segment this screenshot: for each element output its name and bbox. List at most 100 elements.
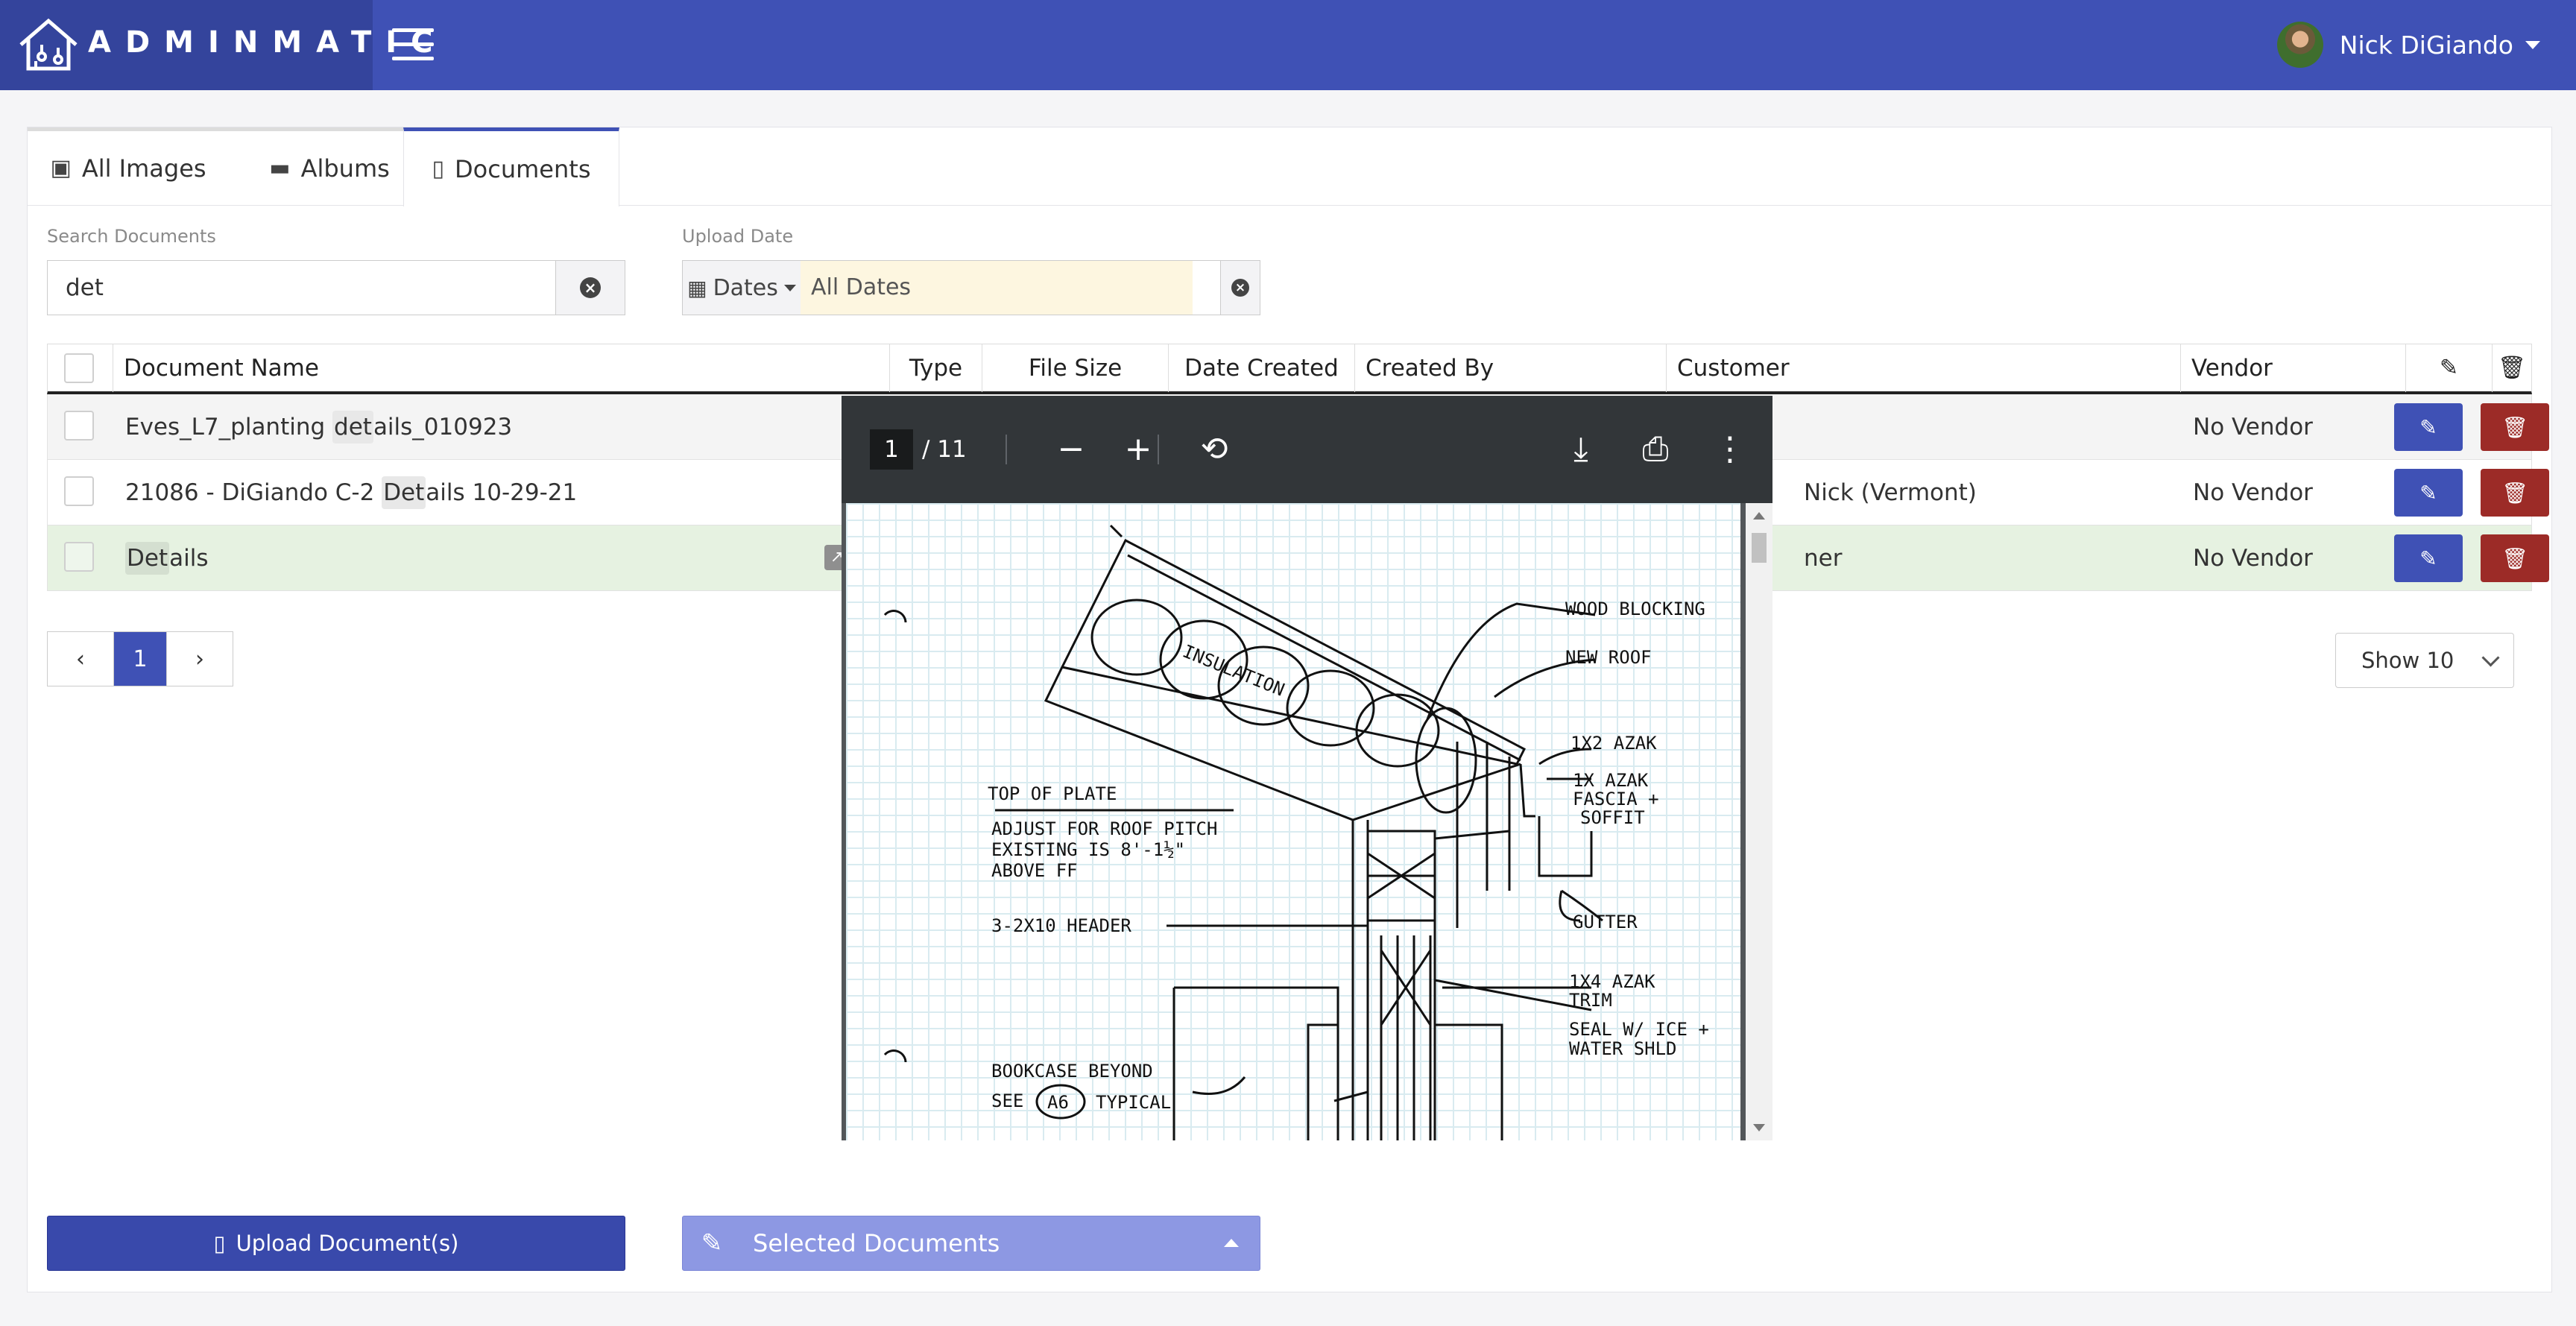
trash-icon: 🗑 — [2501, 480, 2528, 505]
sketch-label: 1X4 AZAK — [1569, 971, 1655, 992]
header-document-name[interactable]: Document Name — [113, 344, 890, 392]
name-text: ails — [169, 545, 209, 572]
avatar — [2276, 22, 2323, 68]
sketch-label: ADJUST FOR ROOF PITCH — [991, 818, 1217, 839]
edit-button[interactable]: ✎ — [2394, 534, 2463, 582]
vendor-cell: No Vendor — [2193, 545, 2313, 572]
header-vendor[interactable]: Vendor — [2181, 344, 2406, 392]
dates-dropdown-button[interactable]: ▦ Dates — [683, 261, 801, 315]
header-date-created[interactable]: Date Created — [1169, 344, 1355, 392]
pdf-scrollbar[interactable] — [1746, 503, 1772, 1140]
date-range-input[interactable]: All Dates — [801, 261, 1193, 315]
sketch-label: A6 — [1047, 1092, 1069, 1113]
tab-label: All Images — [81, 154, 206, 183]
top-navbar: ADMINMATIC Nick DiGiando — [0, 0, 2576, 90]
trash-icon: 🗑 — [2501, 546, 2528, 571]
delete-button[interactable]: 🗑 — [2481, 534, 2549, 582]
search-highlight: Det — [382, 476, 426, 509]
user-menu[interactable]: Nick DiGiando — [2276, 21, 2540, 69]
pdf-page-input[interactable]: 1 — [870, 429, 913, 470]
next-page-button[interactable]: › — [167, 632, 233, 686]
row-checkbox[interactable] — [64, 476, 94, 506]
toolbar-divider — [1158, 435, 1159, 464]
header-type[interactable]: Type — [890, 344, 982, 392]
name-text: Eves_L7_planting — [125, 414, 333, 441]
selected-documents-dropdown[interactable]: ✎ Selected Documents — [682, 1216, 1260, 1271]
pdf-page: WOOD BLOCKING NEW ROOF INSULATION 1X2 AZ… — [846, 503, 1740, 1140]
sketch-label: SOFFIT — [1580, 807, 1645, 828]
edit-icon: ✎ — [701, 1228, 723, 1258]
image-icon: ▣ — [50, 155, 72, 181]
file-icon: ▯ — [432, 156, 445, 182]
edit-button[interactable]: ✎ — [2394, 403, 2463, 451]
tab-albums[interactable]: ▬ Albums — [229, 127, 430, 205]
date-clear-button[interactable]: × — [1220, 261, 1260, 315]
page-size-select[interactable]: Show 10 — [2335, 633, 2514, 688]
pdf-preview: 1 / 11 − + ⟲ ⤓ ⎙ ⋮ WOOD BLOCKING NEW ROO… — [842, 396, 1772, 1140]
pdf-page-total: / 11 — [922, 436, 967, 463]
rotate-icon[interactable]: ⟲ — [1192, 427, 1237, 472]
print-icon[interactable]: ⎙ — [1633, 427, 1678, 472]
sketch-label: INSULATION — [1180, 641, 1287, 701]
search-group: × — [47, 260, 625, 315]
header-customer[interactable]: Customer — [1667, 344, 2181, 392]
edit-button[interactable]: ✎ — [2394, 469, 2463, 517]
tab-all-images[interactable]: ▣ All Images — [28, 127, 229, 205]
delete-button[interactable]: 🗑 — [2481, 403, 2549, 451]
search-highlight: Det — [125, 542, 170, 575]
header-select-all — [48, 344, 113, 392]
construction-sketch: WOOD BLOCKING NEW ROOF INSULATION 1X2 AZ… — [883, 524, 1709, 1140]
menu-toggle-icon[interactable] — [392, 28, 434, 61]
chevron-down-icon — [783, 284, 796, 291]
chevron-left-icon: ‹ — [76, 645, 85, 672]
select-all-checkbox[interactable] — [64, 353, 94, 383]
brand[interactable]: ADMINMATIC — [0, 0, 433, 90]
prev-page-button[interactable]: ‹ — [48, 632, 114, 686]
scroll-up-icon[interactable] — [1753, 512, 1765, 520]
edit-column-icon: ✎ — [2406, 344, 2493, 392]
scroll-down-icon[interactable] — [1753, 1124, 1765, 1131]
tab-bar: ▣ All Images ▬ Albums ▯ Documents — [28, 127, 2551, 206]
page-button[interactable]: 1 — [114, 632, 167, 686]
page-size-label: Show 10 — [2361, 648, 2455, 673]
customer-cell: Nick (Vermont) — [1804, 479, 1977, 506]
name-text: ails 10-29-21 — [426, 479, 578, 506]
search-clear-button[interactable]: × — [555, 261, 625, 315]
dates-button-label: Dates — [713, 274, 778, 301]
file-icon: ▯ — [213, 1231, 226, 1256]
row-checkbox[interactable] — [64, 542, 94, 572]
sketch-label: NEW ROOF — [1565, 647, 1652, 668]
sketch-label: SEE — [991, 1090, 1023, 1111]
more-options-icon[interactable]: ⋮ — [1708, 427, 1752, 472]
upload-documents-button[interactable]: ▯ Upload Document(s) — [47, 1216, 625, 1271]
zoom-out-icon[interactable]: − — [1049, 427, 1093, 472]
document-name[interactable]: 21086 - DiGiando C-2 Details 10-29-21 — [113, 460, 890, 525]
sketch-label: BOOKCASE BEYOND — [991, 1061, 1153, 1082]
zoom-in-icon[interactable]: + — [1116, 427, 1161, 472]
pdf-toolbar: 1 / 11 − + ⟲ ⤓ ⎙ ⋮ — [842, 396, 1772, 503]
customer-cell: ner — [1804, 545, 1843, 572]
document-name[interactable]: Eves_L7_planting details_010923 — [113, 394, 890, 460]
sketch-label: 1X2 AZAK — [1570, 733, 1657, 754]
download-icon[interactable]: ⤓ — [1559, 427, 1603, 472]
calendar-icon: ▦ — [687, 275, 707, 300]
search-input[interactable] — [48, 261, 555, 315]
sketch-label: GUTTER — [1573, 912, 1638, 932]
delete-button[interactable]: 🗑 — [2481, 469, 2549, 517]
vendor-cell: No Vendor — [2193, 414, 2313, 441]
trash-column-icon: 🗑 — [2497, 355, 2527, 381]
scroll-thumb[interactable] — [1752, 533, 1767, 563]
document-name[interactable]: Details — [113, 525, 890, 591]
edit-icon: ✎ — [2419, 480, 2437, 505]
sketch-label: WATER SHLD — [1569, 1038, 1677, 1059]
tab-documents[interactable]: ▯ Documents — [403, 127, 619, 206]
toolbar-divider — [1006, 435, 1007, 464]
table-header: Document Name Type File Size Date Create… — [47, 344, 2532, 394]
header-created-by[interactable]: Created By — [1355, 344, 1667, 392]
chevron-down-icon — [2481, 648, 2500, 667]
header-file-size[interactable]: File Size — [982, 344, 1169, 392]
search-label: Search Documents — [47, 226, 216, 247]
search-highlight: det — [332, 411, 373, 443]
tab-label: Documents — [455, 154, 591, 183]
row-checkbox[interactable] — [64, 411, 94, 441]
